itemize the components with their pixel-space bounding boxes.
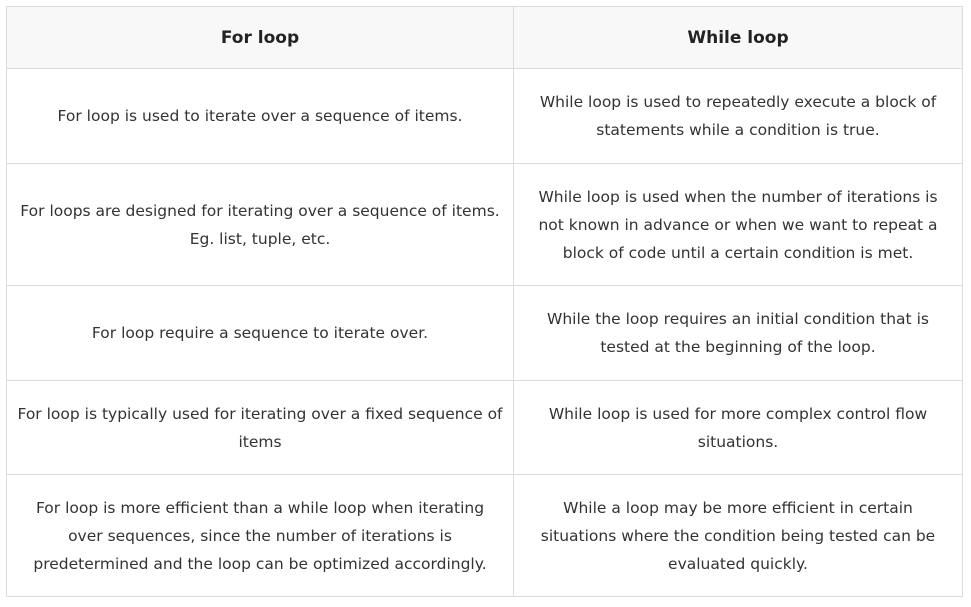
header-for-loop: For loop [6, 6, 514, 69]
table-row: For loop is more efficient than a while … [6, 474, 963, 597]
while-loop-cell: While the loop requires an initial condi… [513, 285, 963, 381]
table-row: For loop require a sequence to iterate o… [6, 285, 963, 381]
table-row: For loop is used to iterate over a seque… [6, 68, 963, 164]
for-loop-cell: For loop is used to iterate over a seque… [6, 68, 514, 164]
table-row: For loops are designed for iterating ove… [6, 163, 963, 286]
table-header-row: For loop While loop [6, 6, 963, 69]
while-loop-cell: While loop is used when the number of it… [513, 163, 963, 286]
for-loop-cell: For loop is typically used for iterating… [6, 380, 514, 475]
for-loop-cell: For loop is more efficient than a while … [6, 474, 514, 597]
table-row: For loop is typically used for iterating… [6, 380, 963, 475]
comparison-table: For loop While loop For loop is used to … [6, 6, 963, 597]
while-loop-cell: While loop is used for more complex cont… [513, 380, 963, 475]
for-loop-cell: For loop require a sequence to iterate o… [6, 285, 514, 381]
while-loop-cell: While a loop may be more efficient in ce… [513, 474, 963, 597]
for-loop-cell: For loops are designed for iterating ove… [6, 163, 514, 286]
while-loop-cell: While loop is used to repeatedly execute… [513, 68, 963, 164]
header-while-loop: While loop [513, 6, 963, 69]
comparison-table-container: For loop While loop For loop is used to … [6, 6, 963, 597]
